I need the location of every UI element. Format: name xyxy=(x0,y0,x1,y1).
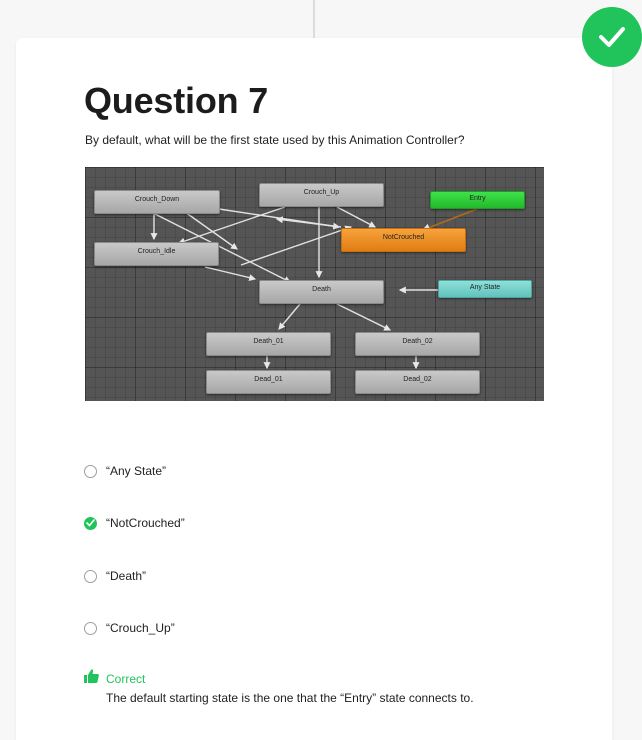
question-text: By default, what will be the first state… xyxy=(85,133,465,147)
option-death[interactable]: “Death” xyxy=(84,569,146,583)
state-entry[interactable]: Entry xyxy=(430,191,525,209)
result-label: Correct xyxy=(106,671,146,686)
radio-button[interactable] xyxy=(84,569,97,583)
state-crouch-down[interactable]: Crouch_Down xyxy=(94,190,220,214)
state-death-01[interactable]: Death_01 xyxy=(206,332,331,356)
checkmark-icon xyxy=(582,7,642,67)
option-any-state[interactable]: “Any State” xyxy=(84,464,166,478)
radio-checked-icon[interactable] xyxy=(84,516,97,530)
option-label: “NotCrouched” xyxy=(106,516,185,530)
state-any-state[interactable]: Any State xyxy=(438,280,532,298)
option-label: “Crouch_Up” xyxy=(106,621,175,635)
option-label: “Death” xyxy=(106,569,147,583)
state-crouch-idle[interactable]: Crouch_Idle xyxy=(94,242,219,266)
result-status: Correct xyxy=(84,669,145,688)
result-explanation: The default starting state is the one th… xyxy=(106,691,474,705)
option-crouch-up[interactable]: “Crouch_Up” xyxy=(84,621,175,635)
radio-button[interactable] xyxy=(84,464,97,478)
state-death[interactable]: Death xyxy=(259,280,384,304)
option-not-crouched[interactable]: “NotCrouched” xyxy=(84,516,185,530)
animator-diagram: Crouch_Down Crouch_Up Entry NotCrouched … xyxy=(85,167,544,401)
radio-button[interactable] xyxy=(84,621,97,635)
top-divider xyxy=(313,0,315,38)
state-dead-01[interactable]: Dead_01 xyxy=(206,370,331,394)
state-crouch-up[interactable]: Crouch_Up xyxy=(259,183,384,207)
state-dead-02[interactable]: Dead_02 xyxy=(355,370,480,394)
thumbs-up-icon xyxy=(84,669,99,688)
state-not-crouched[interactable]: NotCrouched xyxy=(341,228,466,252)
question-title: Question 7 xyxy=(84,80,269,121)
option-label: “Any State” xyxy=(106,464,167,478)
state-death-02[interactable]: Death_02 xyxy=(355,332,480,356)
